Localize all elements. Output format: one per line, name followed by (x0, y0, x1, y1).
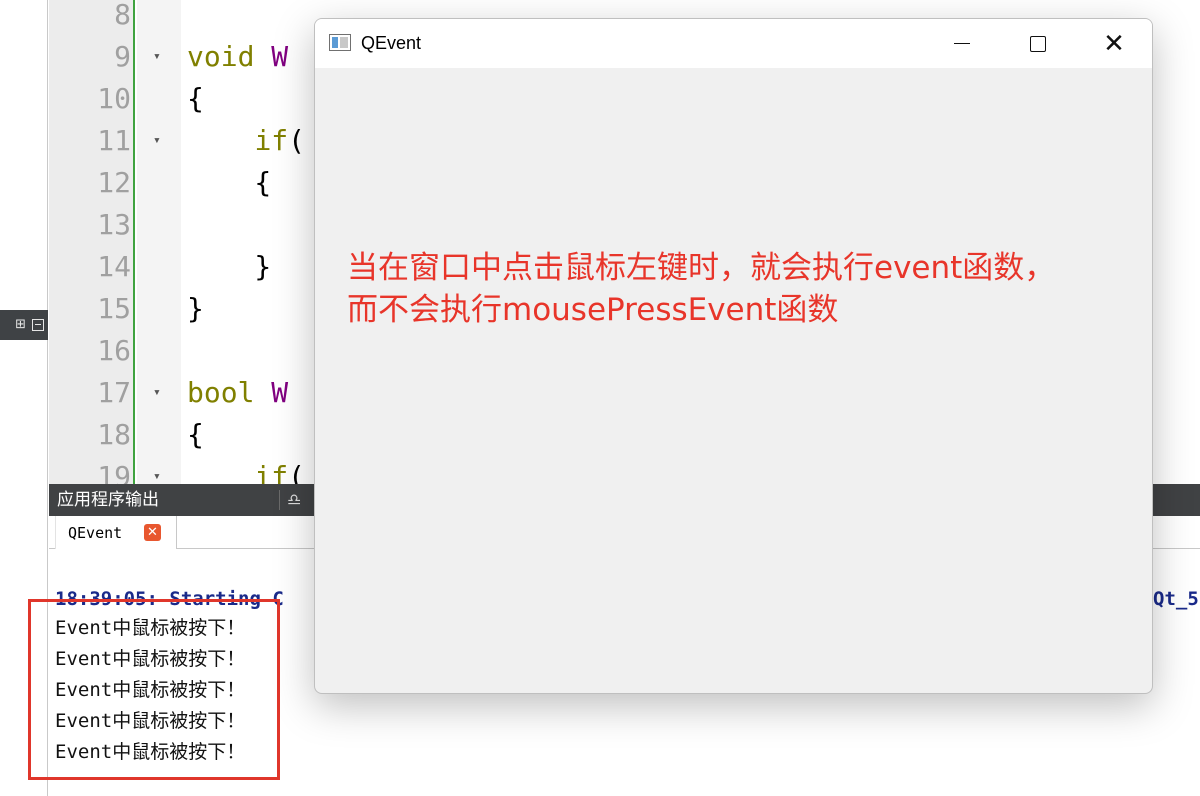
code-text: void W (187, 36, 288, 78)
code-token: { (187, 418, 204, 451)
close-icon: ✕ (1103, 28, 1125, 59)
code-token: ( (288, 124, 306, 157)
line-number: 11 (97, 124, 131, 157)
starting-line-tail: Qt_5 (1153, 588, 1199, 610)
code-token: void (187, 40, 255, 73)
collapse-icon[interactable] (32, 319, 44, 331)
fold-arrow-icon[interactable]: ▾ (153, 36, 161, 78)
close-button[interactable]: ✕ (1076, 19, 1152, 68)
window-title: QEvent (361, 33, 422, 53)
maximize-icon (1030, 35, 1046, 52)
line-number: 19 (97, 460, 131, 484)
minimize-icon (954, 43, 970, 44)
code-text: { (187, 78, 204, 120)
code-token: } (187, 250, 272, 283)
fold-arrow-icon[interactable]: ▾ (153, 372, 161, 414)
window-titlebar[interactable]: QEvent ✕ (315, 19, 1152, 68)
clean-icon[interactable]: ♎ (287, 484, 301, 516)
code-token: } (187, 292, 204, 325)
annotation-line-2: 而不会执行mousePressEvent函数 (347, 292, 839, 328)
code-token: ( (288, 460, 306, 484)
code-text: bool W (187, 372, 288, 414)
line-number: 17 (97, 376, 131, 409)
line-number: 14 (97, 250, 131, 283)
fold-arrow-icon[interactable]: ▾ (153, 456, 161, 484)
line-number: 16 (97, 334, 131, 367)
line-number: 12 (97, 166, 131, 199)
code-text: { (187, 414, 204, 456)
split-icon[interactable]: ⊞ (15, 318, 26, 332)
code-token: if (254, 460, 289, 484)
line-number: 8 (114, 0, 131, 31)
line-number: 9 (114, 40, 131, 73)
line-number: 10 (97, 82, 131, 115)
code-text: if( (187, 456, 305, 484)
annotation-line-1: 当在窗口中点击鼠标左键时，就会执行event函数， (347, 250, 1056, 286)
app-icon (329, 34, 351, 51)
code-text: { (187, 162, 271, 204)
line-number: 18 (97, 418, 131, 451)
fold-arrow-icon[interactable]: ▾ (153, 120, 161, 162)
code-token: { (187, 82, 204, 115)
left-toolbar: ⊞ (0, 310, 48, 340)
header-separator (279, 490, 280, 510)
output-pane-title: 应用程序输出 (57, 490, 159, 510)
code-token: W (271, 40, 289, 73)
tab-label: QEvent (68, 524, 123, 542)
tab-qevent[interactable]: QEvent ✕ (55, 516, 177, 549)
code-token: bool (187, 376, 255, 409)
qevent-window[interactable]: QEvent ✕ 当在窗口中点击鼠标左键时，就会执行event函数， 而不会执行… (314, 18, 1153, 694)
code-token: if (254, 124, 289, 157)
code-text: } (187, 246, 271, 288)
annotation-text: 当在窗口中点击鼠标左键时，就会执行event函数， 而不会执行mousePres… (347, 247, 1147, 331)
line-number: 15 (97, 292, 131, 325)
tab-close-icon[interactable]: ✕ (144, 524, 161, 541)
code-token: W (271, 376, 289, 409)
code-text: } (187, 288, 204, 330)
code-token: { (187, 166, 272, 199)
code-text: if( (187, 120, 305, 162)
minimize-button[interactable] (924, 19, 1000, 68)
maximize-button[interactable] (1000, 19, 1076, 68)
annotation-highlight-box (28, 599, 280, 780)
line-number: 13 (97, 208, 131, 241)
